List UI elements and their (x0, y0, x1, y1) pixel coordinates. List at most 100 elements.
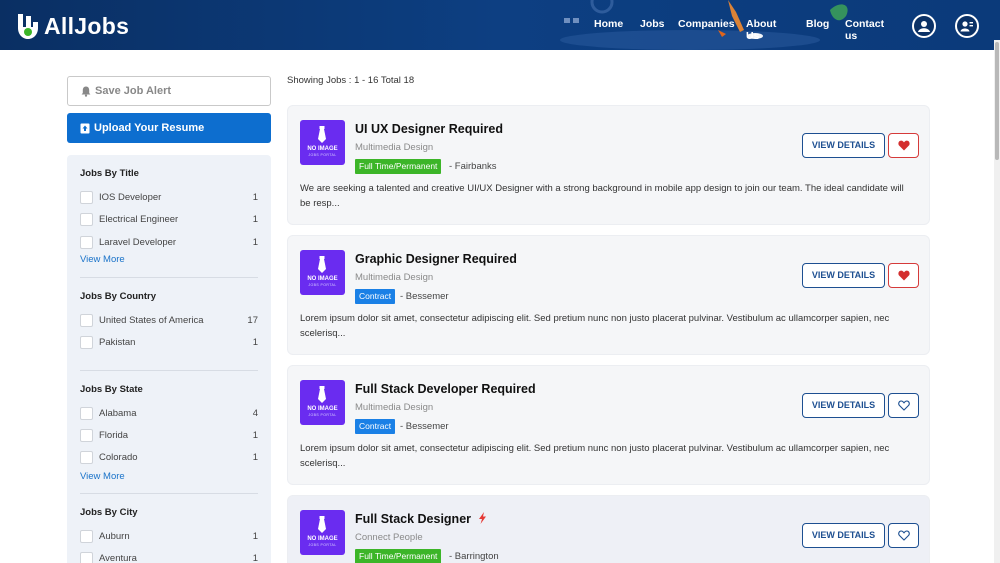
view-details-button[interactable]: VIEW DETAILS (802, 393, 885, 418)
company-logo[interactable]: NO IMAGE JOBS PORTAL (300, 250, 345, 295)
nav-jobs[interactable]: Jobs (640, 18, 665, 30)
job-card: NO IMAGE JOBS PORTAL UI UX Designer Requ… (287, 105, 930, 225)
view-more-link[interactable]: View More (80, 254, 125, 265)
jobs-portal-text: JOBS PORTAL (308, 543, 337, 547)
tie-icon (318, 386, 326, 403)
view-details-button[interactable]: VIEW DETAILS (802, 523, 885, 548)
jobs-portal-text: JOBS PORTAL (308, 153, 337, 157)
lightning-icon (478, 512, 486, 524)
company-logo[interactable]: NO IMAGE JOBS PORTAL (300, 510, 345, 555)
filter-checkbox[interactable] (80, 314, 93, 327)
company-logo[interactable]: NO IMAGE JOBS PORTAL (300, 120, 345, 165)
user-id-icon (960, 21, 973, 32)
filter-item[interactable]: Colorado 1 (80, 451, 258, 465)
jobseeker-login-button[interactable] (955, 14, 979, 38)
filter-label: Electrical Engineer (99, 214, 179, 225)
heart-filled-icon (897, 140, 910, 151)
favorite-button[interactable] (888, 393, 919, 418)
brand-logo[interactable]: AllJobs (14, 12, 129, 40)
job-company[interactable]: Multimedia Design (355, 402, 433, 413)
nav-home[interactable]: Home (594, 18, 623, 30)
view-details-button[interactable]: VIEW DETAILS (802, 263, 885, 288)
filter-item[interactable]: Florida 1 (80, 429, 258, 443)
job-card: NO IMAGE JOBS PORTAL Graphic Designer Re… (287, 235, 930, 355)
bell-icon (81, 86, 91, 97)
filter-checkbox[interactable] (80, 429, 93, 442)
favorite-button[interactable] (888, 523, 919, 548)
job-location: - Barrington (449, 551, 499, 562)
filter-checkbox[interactable] (80, 191, 93, 204)
no-image-text: NO IMAGE (307, 406, 338, 412)
filter-title-jobs-by-city: Jobs By City (80, 507, 138, 518)
job-title[interactable]: UI UX Designer Required (355, 122, 503, 136)
job-title-text: Full Stack Designer (355, 512, 472, 526)
scrollbar-thumb[interactable] (995, 42, 999, 160)
nav-about-us[interactable]: About Us (746, 18, 776, 42)
filter-divider (80, 370, 258, 371)
tie-icon (318, 516, 326, 533)
view-more-link[interactable]: View More (80, 471, 125, 482)
filter-checkbox[interactable] (80, 530, 93, 543)
results-count: Showing Jobs : 1 - 16 Total 18 (287, 75, 415, 86)
filter-count: 1 (252, 214, 258, 225)
nav-contact-us[interactable]: Contact us (845, 18, 884, 42)
job-card: NO IMAGE JOBS PORTAL Full Stack Develope… (287, 365, 930, 485)
filter-item[interactable]: Electrical Engineer 1 (80, 213, 258, 227)
nav-blog[interactable]: Blog (806, 18, 829, 30)
employer-login-button[interactable] (912, 14, 936, 38)
jobs-portal-text: JOBS PORTAL (308, 283, 337, 287)
upload-resume-button[interactable]: Upload Your Resume (67, 113, 271, 143)
filter-item[interactable]: Aventura 1 (80, 552, 258, 563)
user-icon (918, 21, 930, 32)
no-image-text: NO IMAGE (307, 536, 338, 542)
filter-checkbox[interactable] (80, 552, 93, 563)
filters-panel: Jobs By Title IOS Developer 1 Electrical… (67, 155, 271, 563)
filter-label: United States of America (99, 315, 204, 326)
filter-item[interactable]: IOS Developer 1 (80, 191, 258, 205)
job-type-badge: Full Time/Permanent (355, 549, 442, 563)
filter-checkbox[interactable] (80, 451, 93, 464)
job-title[interactable]: Full Stack Designer (355, 512, 487, 526)
filter-label: Florida (99, 430, 129, 441)
job-card: NO IMAGE JOBS PORTAL Full Stack Designer… (287, 495, 930, 563)
filter-checkbox[interactable] (80, 236, 93, 249)
job-company[interactable]: Multimedia Design (355, 272, 433, 283)
job-company[interactable]: Multimedia Design (355, 142, 433, 153)
filter-count: 1 (252, 192, 258, 203)
company-logo[interactable]: NO IMAGE JOBS PORTAL (300, 380, 345, 425)
filter-item[interactable]: Alabama 4 (80, 407, 258, 421)
jobs-portal-text: JOBS PORTAL (308, 413, 337, 417)
job-location: - Bessemer (400, 421, 449, 432)
filter-checkbox[interactable] (80, 213, 93, 226)
nav-companies[interactable]: Companies (678, 18, 735, 30)
job-company[interactable]: Connect People (355, 532, 423, 543)
filter-title-jobs-by-state: Jobs By State (80, 384, 143, 395)
job-description: We are seeking a talented and creative U… (300, 183, 904, 209)
filter-item[interactable]: Pakistan 1 (80, 336, 258, 350)
favorite-button[interactable] (888, 263, 919, 288)
view-details-button[interactable]: VIEW DETAILS (802, 133, 885, 158)
brand-name: AllJobs (44, 12, 130, 39)
filter-divider (80, 277, 258, 278)
filter-label: Aventura (99, 553, 137, 563)
tie-icon (318, 126, 326, 143)
filter-checkbox[interactable] (80, 407, 93, 420)
logo-hand-icon (18, 14, 38, 39)
filter-item[interactable]: Laravel Developer 1 (80, 236, 258, 250)
heart-outline-icon (897, 530, 910, 541)
job-description: Lorem ipsum dolor sit amet, consectetur … (300, 443, 890, 469)
favorite-button[interactable] (888, 133, 919, 158)
filter-count: 1 (252, 337, 258, 348)
job-type-badge: Contract (355, 289, 396, 304)
filter-title-jobs-by-title: Jobs By Title (80, 168, 139, 179)
upload-icon (80, 123, 90, 133)
filter-item[interactable]: United States of America 17 (80, 314, 258, 328)
job-type-badge: Contract (355, 419, 396, 434)
filter-count: 1 (252, 452, 258, 463)
save-job-alert-button[interactable]: Save Job Alert (67, 76, 271, 106)
job-title[interactable]: Graphic Designer Required (355, 252, 517, 266)
filter-label: Auburn (99, 531, 130, 542)
job-title[interactable]: Full Stack Developer Required (355, 382, 536, 396)
filter-item[interactable]: Auburn 1 (80, 530, 258, 544)
filter-checkbox[interactable] (80, 336, 93, 349)
